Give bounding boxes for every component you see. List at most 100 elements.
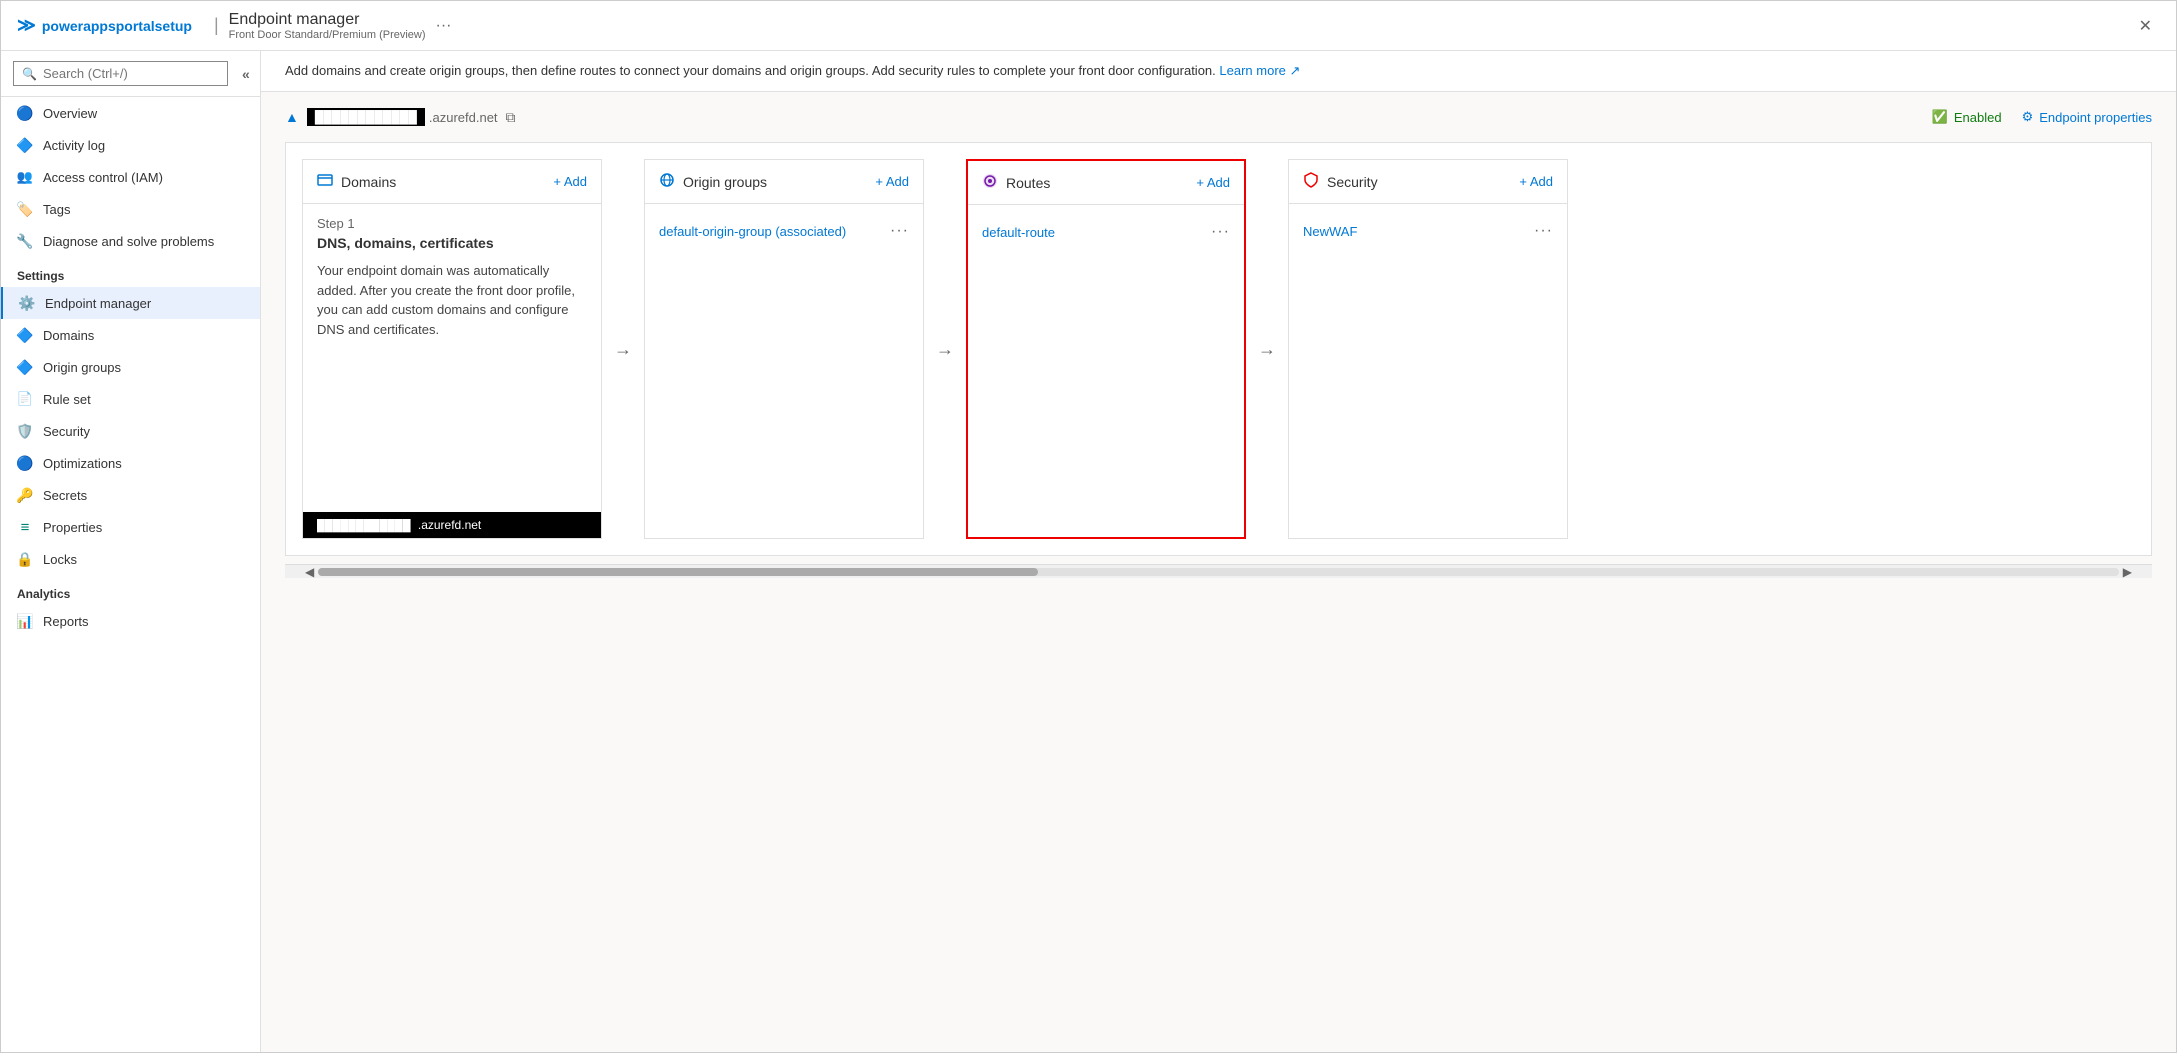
secrets-icon: 🔑	[17, 487, 33, 503]
scrollbar-track[interactable]	[318, 568, 2119, 576]
settings-nav-section: ⚙️ Endpoint manager 🔷 Domains 🔷 Origin g…	[1, 287, 260, 575]
header-title: Endpoint manager	[229, 11, 360, 28]
rule-set-icon: 📄	[17, 391, 33, 407]
domains-card-header: Domains + Add	[303, 160, 601, 204]
access-control-icon: 👥	[17, 169, 33, 185]
arrow-separator-3: →	[1246, 339, 1288, 360]
sidebar-item-origin-groups[interactable]: 🔷 Origin groups	[1, 351, 260, 383]
close-button[interactable]: ✕	[2131, 12, 2160, 40]
sidebar-item-security[interactable]: 🛡️ Security	[1, 415, 260, 447]
sidebar-item-label: Endpoint manager	[45, 296, 151, 311]
security-card-icon	[1303, 172, 1319, 191]
header-app-name: powerappsportalsetup	[42, 18, 192, 34]
sidebar-item-activity-log[interactable]: 🔷 Activity log	[1, 129, 260, 161]
route-more-button[interactable]: ···	[1211, 223, 1230, 241]
copy-icon[interactable]: ⧉	[506, 109, 516, 126]
sidebar-item-label: Origin groups	[43, 360, 121, 375]
origin-groups-card-icon	[659, 172, 675, 191]
route-item: default-route ···	[982, 217, 1230, 247]
security-icon: 🛡️	[17, 423, 33, 439]
sidebar-item-label: Optimizations	[43, 456, 122, 471]
sidebar-item-label: Secrets	[43, 488, 87, 503]
logo-arrows-icon: ≫	[17, 15, 36, 36]
content-area: Add domains and create origin groups, th…	[261, 51, 2176, 1052]
search-icon: 🔍	[22, 67, 37, 81]
sidebar-item-tags[interactable]: 🏷️ Tags	[1, 193, 260, 225]
scroll-right-button[interactable]: ▶	[2119, 565, 2136, 579]
domains-card-title: Domains	[341, 174, 396, 190]
props-text: Endpoint properties	[2039, 110, 2152, 125]
tags-icon: 🏷️	[17, 201, 33, 217]
main-layout: 🔍 « 🔵 Overview 🔷 Activity log 👥	[1, 51, 2176, 1052]
sidebar-item-endpoint-manager[interactable]: ⚙️ Endpoint manager	[1, 287, 260, 319]
sidebar-item-locks[interactable]: 🔒 Locks	[1, 543, 260, 575]
sidebar-item-diagnose[interactable]: 🔧 Diagnose and solve problems	[1, 225, 260, 257]
security-add-button[interactable]: + Add	[1519, 174, 1553, 189]
origin-group-link[interactable]: default-origin-group (associated)	[659, 224, 846, 239]
origin-groups-add-button[interactable]: + Add	[875, 174, 909, 189]
header-more-icon[interactable]: ···	[436, 17, 452, 35]
sidebar-item-rule-set[interactable]: 📄 Rule set	[1, 383, 260, 415]
header-logo: ≫ powerappsportalsetup	[17, 15, 192, 36]
security-card: Security + Add NewWAF ···	[1288, 159, 1568, 539]
sidebar-item-label: Reports	[43, 614, 89, 629]
domains-card-title-area: Domains	[317, 172, 396, 191]
security-card-body: NewWAF ···	[1289, 204, 1567, 538]
sidebar-item-label: Domains	[43, 328, 94, 343]
step-title: DNS, domains, certificates	[317, 235, 587, 251]
sidebar-item-reports[interactable]: 📊 Reports	[1, 605, 260, 637]
endpoint-collapse-button[interactable]: ▲	[285, 109, 299, 125]
learn-more-link[interactable]: Learn more ↗	[1219, 63, 1300, 78]
routes-card: Routes + Add default-route ···	[966, 159, 1246, 539]
header-title-block: Endpoint manager Front Door Standard/Pre…	[229, 11, 426, 41]
sidebar-item-access-control[interactable]: 👥 Access control (IAM)	[1, 161, 260, 193]
sidebar-item-label: Overview	[43, 106, 97, 121]
origin-group-more-button[interactable]: ···	[890, 222, 909, 240]
scroll-left-button[interactable]: ◀	[301, 565, 318, 579]
domains-add-button[interactable]: + Add	[553, 174, 587, 189]
endpoint-properties-button[interactable]: ⚙ Endpoint properties	[2022, 109, 2152, 125]
info-bar-text: Add domains and create origin groups, th…	[285, 63, 1216, 78]
analytics-nav-section: 📊 Reports	[1, 605, 260, 637]
status-text: Enabled	[1954, 110, 2002, 125]
sidebar-item-overview[interactable]: 🔵 Overview	[1, 97, 260, 129]
arrow-separator-1: →	[602, 339, 644, 360]
diagnose-icon: 🔧	[17, 233, 33, 249]
sidebar-collapse-button[interactable]: «	[242, 66, 250, 82]
sidebar-item-secrets[interactable]: 🔑 Secrets	[1, 479, 260, 511]
routes-card-header: Routes + Add	[968, 161, 1244, 205]
search-input[interactable]	[43, 66, 219, 81]
sidebar-item-label: Diagnose and solve problems	[43, 234, 214, 249]
domains-card-icon	[317, 172, 333, 191]
sidebar-item-domains[interactable]: 🔷 Domains	[1, 319, 260, 351]
header: ≫ powerappsportalsetup | Endpoint manage…	[1, 1, 2176, 51]
security-more-button[interactable]: ···	[1534, 222, 1553, 240]
app-container: ≫ powerappsportalsetup | Endpoint manage…	[0, 0, 2177, 1053]
security-card-title: Security	[1327, 174, 1378, 190]
step-desc: Your endpoint domain was automatically a…	[317, 261, 587, 339]
sidebar-item-label: Tags	[43, 202, 70, 217]
endpoint-name-redacted: ████████████	[307, 108, 425, 126]
scrollbar-thumb[interactable]	[318, 568, 1038, 576]
sidebar-item-label: Security	[43, 424, 90, 439]
origin-groups-icon: 🔷	[17, 359, 33, 375]
optimizations-icon: 🔵	[17, 455, 33, 471]
props-icon: ⚙	[2022, 109, 2034, 125]
locks-icon: 🔒	[17, 551, 33, 567]
route-link[interactable]: default-route	[982, 225, 1055, 240]
sidebar-item-properties[interactable]: ≡ Properties	[1, 511, 260, 543]
endpoint-status: ✅ Enabled	[1932, 109, 2002, 125]
endpoint-area: ▲ ████████████ .azurefd.net ⧉ ✅ Enabled …	[261, 92, 2176, 1052]
analytics-section-label: Analytics	[1, 575, 260, 605]
origin-groups-card-title: Origin groups	[683, 174, 767, 190]
domains-card-footer: ████████████ .azurefd.net	[303, 512, 601, 538]
sidebar-item-optimizations[interactable]: 🔵 Optimizations	[1, 447, 260, 479]
step-label: Step 1	[317, 216, 587, 231]
origin-groups-card: Origin groups + Add default-origin-group…	[644, 159, 924, 539]
security-waf-link[interactable]: NewWAF	[1303, 224, 1357, 239]
reports-icon: 📊	[17, 613, 33, 629]
origin-groups-card-body: default-origin-group (associated) ···	[645, 204, 923, 538]
routes-card-title-area: Routes	[982, 173, 1050, 192]
routes-add-button[interactable]: + Add	[1196, 175, 1230, 190]
security-item: NewWAF ···	[1303, 216, 1553, 246]
